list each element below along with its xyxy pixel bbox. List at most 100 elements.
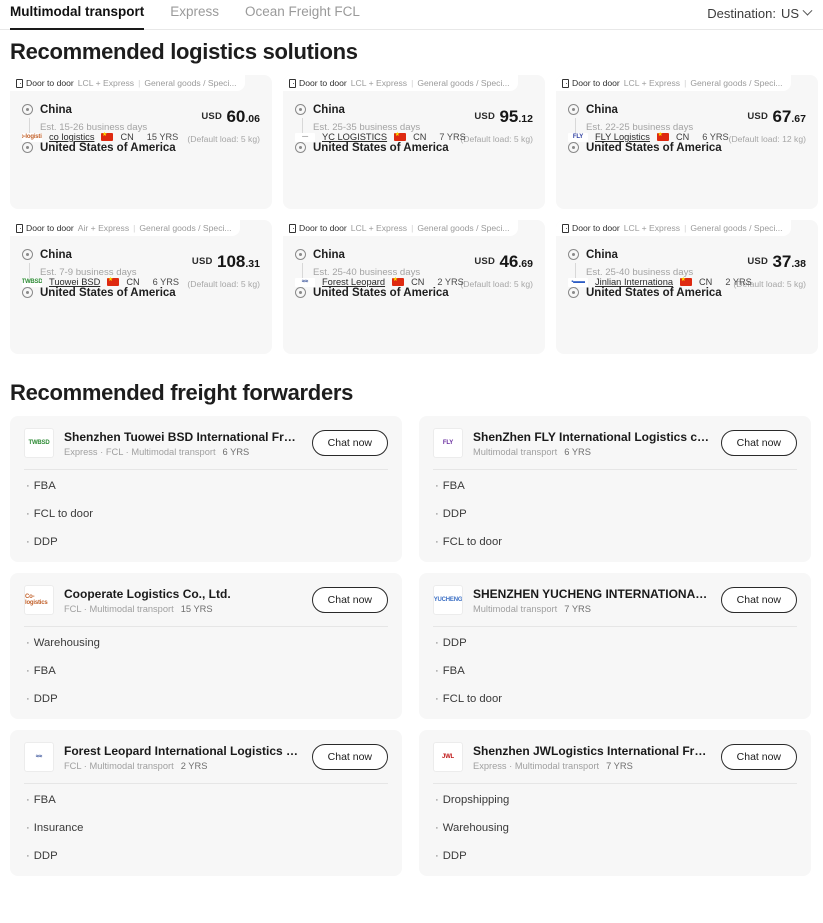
forwarder-meta: ShenZhen FLY International Logistics co.…	[473, 430, 711, 457]
service-label: FBA	[33, 665, 56, 677]
logistics-solution-card[interactable]: Door to door Air + Express | General goo…	[10, 220, 272, 354]
price: USD 60.06	[201, 107, 260, 127]
chat-now-button[interactable]: Chat now	[311, 744, 388, 770]
bullet-icon: ·	[435, 693, 439, 705]
bullet-icon: ·	[435, 794, 439, 806]
location-pin-icon	[295, 287, 306, 298]
supplier-logo-text: ▪▬▬	[571, 279, 585, 285]
supplier-country: CN	[120, 132, 134, 142]
freight-forwarder-card[interactable]: YUCHENG SHENZHEN YUCHENG INTERNATIONAL T…	[419, 573, 811, 719]
supplier-name-link[interactable]: Tuowei BSD	[49, 277, 100, 287]
supplier-name-link[interactable]: Forest Leopard	[322, 277, 385, 287]
forwarder-years: 7 YRS	[564, 603, 591, 614]
divider	[24, 626, 388, 627]
logistics-solution-card[interactable]: Door to door LCL + Express | General goo…	[10, 75, 272, 209]
chat-now-button[interactable]: Chat now	[311, 430, 388, 456]
price-currency: USD	[474, 111, 496, 122]
supplier-name-link[interactable]: Jinlian Internationa	[595, 277, 673, 287]
supplier-years: 2 YRS	[437, 277, 464, 287]
service-item: · DDP	[26, 850, 388, 862]
forwarder-meta: SHENZHEN YUCHENG INTERNATIONAL TR... Mul…	[473, 587, 711, 614]
bullet-icon: ·	[435, 480, 439, 492]
cn-flag-icon	[394, 131, 407, 141]
supplier-name-link[interactable]: FLY Logistics	[595, 132, 650, 142]
supplier-row: Co-logistics co logistics CN 15 YRS	[22, 131, 178, 142]
freight-forwarder-card[interactable]: FLY ShenZhen FLY International Logistics…	[419, 416, 811, 562]
bullet-icon: ·	[435, 536, 439, 548]
supplier-logo-icon: —	[295, 132, 315, 142]
chat-now-button[interactable]: Chat now	[720, 744, 797, 770]
forwarder-services-summary: FCL · Multimodal transport	[64, 760, 174, 771]
price-currency: USD	[201, 111, 223, 122]
chat-now-button[interactable]: Chat now	[720, 587, 797, 613]
price-decimal: .69	[518, 258, 533, 270]
bullet-icon: ·	[435, 665, 439, 677]
supplier-row: TWBSD Tuowei BSD CN 6 YRS	[22, 276, 179, 287]
tab-ocean-freight-fcl[interactable]: Ocean Freight FCL	[245, 4, 360, 28]
divider	[433, 783, 797, 784]
forwarder-name: ShenZhen FLY International Logistics co.…	[473, 429, 711, 444]
location-pin-icon	[22, 287, 33, 298]
service-item: · FBA	[26, 794, 388, 806]
supplier-logo-icon: TWBSD	[22, 277, 42, 287]
logistics-solutions-grid: Door to door LCL + Express | General goo…	[10, 75, 823, 354]
supplier-row: ▪▬▬ Jinlian Internationa CN 2 YRS	[568, 276, 752, 287]
forwarder-logo-icon: ≈≈	[24, 742, 54, 772]
supplier-years: 6 YRS	[152, 277, 179, 287]
service-label: DDP	[442, 637, 467, 649]
bullet-icon: ·	[26, 508, 30, 520]
destination-label: United States of America	[586, 286, 722, 299]
bullet-icon: ·	[435, 850, 439, 862]
price-decimal: .06	[245, 113, 260, 125]
divider	[433, 469, 797, 470]
price: USD 108.31	[192, 252, 260, 272]
price-currency: USD	[191, 256, 213, 267]
service-item: · DDP	[26, 536, 388, 548]
destination-label: Destination:	[707, 6, 776, 21]
default-load-label: (Default load: 12 kg)	[728, 134, 806, 144]
tab-express[interactable]: Express	[170, 4, 219, 28]
logistics-solution-card[interactable]: Door to door LCL + Express | General goo…	[556, 220, 818, 354]
destination-selector[interactable]: Destination: US	[707, 5, 813, 21]
chat-now-button[interactable]: Chat now	[720, 430, 797, 456]
top-tab-bar: Multimodal transport Express Ocean Freig…	[0, 0, 823, 30]
logistics-solution-card[interactable]: Door to door LCL + Express | General goo…	[283, 75, 545, 209]
freight-forwarder-card[interactable]: ≈≈ Forest Leopard International Logistic…	[10, 730, 402, 876]
forwarders-section-title: Recommended freight forwarders	[10, 380, 354, 405]
cn-flag-icon	[107, 276, 120, 286]
origin-label: China	[586, 248, 618, 261]
logistics-solution-card[interactable]: Door to door LCL + Express | General goo…	[556, 75, 818, 209]
tab-multimodal-transport[interactable]: Multimodal transport	[10, 4, 145, 30]
forwarder-subtitle: Multimodal transport 7 YRS	[473, 604, 711, 614]
service-item: · FCL to door	[435, 536, 797, 548]
forwarder-years: 2 YRS	[180, 760, 208, 771]
supplier-name-link[interactable]: co logistics	[49, 132, 94, 142]
location-pin-icon	[295, 142, 306, 153]
logistics-solution-card[interactable]: Door to door LCL + Express | General goo…	[283, 220, 545, 354]
freight-forwarder-card[interactable]: JWL Shenzhen JWLogistics International F…	[419, 730, 811, 876]
solutions-section-title: Recommended logistics solutions	[10, 39, 358, 64]
forwarder-years: 15 YRS	[180, 603, 213, 614]
bullet-icon: ·	[26, 536, 30, 548]
chevron-down-icon	[802, 5, 813, 16]
supplier-logo-text: FLY	[572, 134, 584, 140]
service-label: FCL to door	[442, 536, 502, 548]
forwarder-logo-text: ≈≈	[35, 754, 43, 760]
service-item: · Warehousing	[26, 637, 388, 649]
supplier-logo-icon: FLY	[568, 132, 588, 142]
tab-list: Multimodal transport Express Ocean Freig…	[10, 4, 360, 30]
service-label: FBA	[33, 794, 56, 806]
supplier-country: CN	[413, 132, 427, 142]
freight-forwarder-card[interactable]: Co-logistics Cooperate Logistics Co., Lt…	[10, 573, 402, 719]
solution-body: China Est. 25-40 business days United St…	[283, 220, 545, 301]
supplier-logo-text: ≈≈	[301, 279, 309, 285]
supplier-name-link[interactable]: YC LOGISTICS	[322, 132, 387, 142]
chat-now-button[interactable]: Chat now	[311, 587, 388, 613]
price-integer: 46	[499, 252, 519, 271]
freight-forwarder-card[interactable]: TWBSD Shenzhen Tuowei BSD International …	[10, 416, 402, 562]
forwarder-logo-text: TWBSD	[28, 440, 50, 446]
origin-label: China	[40, 103, 72, 116]
destination-label: United States of America	[40, 141, 176, 154]
divider	[24, 469, 388, 470]
forwarder-header: Co-logistics Cooperate Logistics Co., Lt…	[24, 585, 388, 615]
